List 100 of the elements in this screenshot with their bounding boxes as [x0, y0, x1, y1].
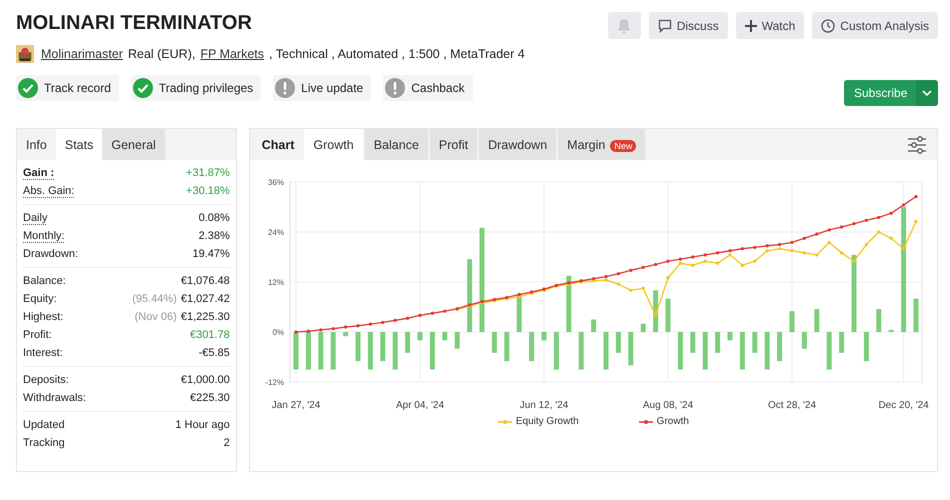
point	[852, 222, 856, 226]
bar	[616, 332, 621, 353]
point	[393, 318, 397, 322]
point	[914, 220, 918, 224]
avatar-icon	[16, 45, 34, 63]
stat-note: (95.44%)	[132, 293, 177, 305]
point	[418, 314, 422, 317]
stat-label: Balance:	[23, 275, 66, 287]
badge-label: Track record	[44, 81, 111, 95]
chart-tab[interactable]: Profit	[430, 129, 478, 160]
chart-tab[interactable]: Growth	[304, 129, 363, 160]
dropdown-button[interactable]	[916, 80, 938, 106]
chart-tab[interactable]: Balance	[364, 129, 428, 160]
bar	[603, 332, 608, 370]
settings-icon[interactable]	[907, 136, 927, 154]
stat-label: Updated	[23, 419, 65, 431]
y-tick-label: 0%	[272, 328, 284, 337]
point	[616, 272, 620, 276]
bar	[752, 332, 758, 353]
point	[902, 247, 905, 250]
point	[790, 240, 794, 244]
page-title: MOLINARI TERMINATOR	[16, 12, 253, 35]
stat-value: +30.18%	[186, 185, 230, 197]
point	[889, 212, 893, 215]
point	[678, 257, 682, 261]
bar	[293, 332, 298, 370]
x-tick-label: Aug 08, '24	[642, 400, 693, 411]
bar	[355, 332, 360, 362]
badge-label: Cashback	[411, 81, 465, 95]
point	[740, 264, 744, 267]
point	[778, 247, 781, 250]
point	[814, 253, 818, 257]
point	[356, 324, 360, 328]
point	[752, 246, 756, 250]
point	[840, 251, 843, 254]
point	[740, 247, 744, 250]
point	[604, 274, 608, 278]
stat-label: Highest:	[23, 311, 64, 323]
bar	[702, 332, 708, 370]
bar	[430, 332, 435, 370]
stat-value: €1,027.42	[180, 293, 230, 305]
bar	[740, 332, 745, 370]
x-tick-label: Oct 28, '24	[768, 400, 816, 411]
x-tick-label: Dec 20, '24	[878, 400, 928, 411]
clock-icon	[821, 18, 836, 32]
stat-value: €225.30	[190, 392, 230, 404]
bar	[888, 330, 894, 332]
point	[902, 203, 905, 207]
bar	[628, 332, 634, 366]
meta-link[interactable]: FP Markets	[200, 47, 264, 61]
point	[344, 325, 347, 329]
legend-marker-icon	[638, 418, 653, 424]
point	[864, 242, 868, 246]
point	[840, 225, 843, 229]
point	[380, 320, 384, 324]
bar	[541, 332, 546, 340]
bar	[590, 320, 596, 332]
action-button[interactable]: Watch	[736, 12, 804, 39]
legend-marker-icon	[498, 418, 512, 424]
stat-value: €1,000.00	[180, 374, 230, 386]
stat-value: 2.38%	[198, 230, 230, 242]
action-button[interactable]: Discuss	[648, 12, 728, 39]
subscribe-button[interactable]: Subscribe	[844, 80, 916, 106]
caret-icon	[922, 90, 932, 96]
stat-note: (Nov 06)	[134, 311, 177, 323]
bar	[442, 332, 448, 340]
chart-heading: Chart	[260, 138, 296, 152]
chart-tab[interactable]: Margin New	[558, 129, 646, 160]
point	[765, 249, 769, 252]
bar	[864, 332, 869, 362]
point	[852, 260, 856, 263]
stat-label: Withdrawals:	[23, 392, 86, 404]
tab[interactable]: General	[102, 129, 165, 160]
stat-label: Gain :	[23, 167, 54, 179]
meta-link[interactable]: Molinarimaster	[41, 47, 123, 61]
stat-value: €301.78	[190, 329, 230, 341]
point	[616, 282, 620, 286]
point	[703, 253, 707, 257]
bar	[306, 332, 311, 370]
bar	[417, 332, 422, 340]
chart-tab[interactable]: Drawdown	[479, 129, 556, 160]
bar	[492, 332, 497, 353]
point	[728, 253, 732, 257]
point	[654, 314, 657, 317]
point	[604, 278, 608, 282]
point	[690, 255, 694, 259]
stat-value: +31.87%	[186, 167, 230, 179]
bar	[454, 332, 460, 349]
stat-value: -€5.85	[198, 347, 230, 359]
action-button[interactable]: Custom Analysis	[812, 12, 938, 39]
tab[interactable]: Stats	[56, 129, 102, 160]
point	[876, 230, 880, 234]
point	[765, 244, 769, 248]
bar	[876, 309, 882, 332]
point	[914, 194, 918, 198]
bar	[814, 309, 820, 332]
new-badge: New	[610, 140, 636, 152]
x-tick-label: Jun 12, '24	[519, 400, 568, 411]
bar	[404, 332, 410, 353]
point	[889, 236, 893, 240]
